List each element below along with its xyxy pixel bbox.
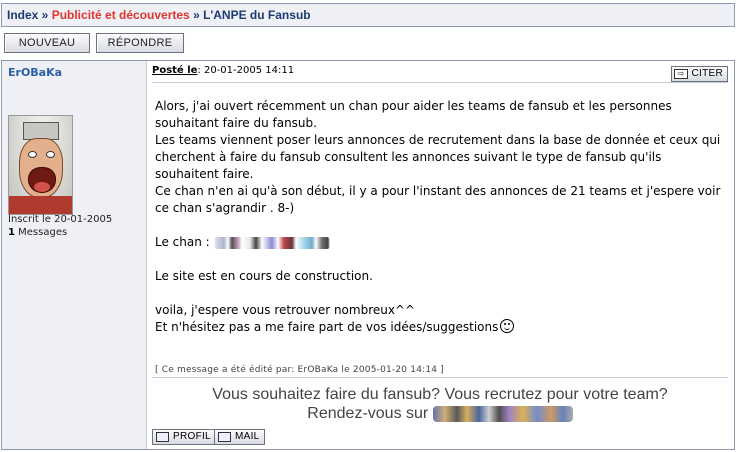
author-joined-date: Inscrit le 20-01-2005 — [8, 214, 113, 225]
signature: Vous souhaitez faire du fansub? Vous rec… — [152, 385, 728, 423]
breadcrumb-separator: » — [189, 8, 204, 22]
breadcrumb-separator: » — [38, 8, 52, 22]
post-paragraph: Et n'hésitez pas a me faire part de vos … — [155, 319, 727, 336]
mail-label: MAIL — [235, 431, 260, 442]
edited-note: [ Ce message a été édité par: ErOBaKa le… — [152, 365, 728, 378]
avatar — [8, 115, 73, 215]
quote-icon: ⇨ — [674, 69, 688, 79]
profile-button[interactable]: PROFIL — [152, 429, 216, 445]
author-panel: ErOBaKa Inscrit le 20-01-2005 1 Messages — [2, 61, 147, 449]
breadcrumb-index-link[interactable]: Index — [7, 8, 38, 22]
chan-label: Le chan : — [155, 235, 214, 249]
post-header: Posté le: 20-01-2005 14:11 ⇨ CITER — [152, 65, 728, 83]
smiley-icon — [500, 319, 515, 333]
quote-label: CITER — [691, 68, 723, 79]
breadcrumb: Index » Publicité et découvertes » L'ANP… — [1, 3, 735, 27]
breadcrumb-topic: L'ANPE du Fansub — [203, 8, 311, 22]
author-message-count: 1 Messages — [8, 227, 67, 238]
profile-label: PROFIL — [173, 431, 211, 442]
suggestions-text: Et n'hésitez pas a me faire part de vos … — [155, 320, 499, 334]
post-paragraph: Ce chan n'en ai qu'à son début, il y a p… — [155, 184, 721, 215]
new-topic-button[interactable]: NOUVEAU — [4, 33, 90, 53]
quote-button[interactable]: ⇨ CITER — [671, 66, 728, 82]
signature-line: Rendez-vous sur — [152, 404, 728, 423]
chan-link-image[interactable] — [213, 236, 330, 249]
signature-line: Vous souhaitez faire du fansub? Vous rec… — [212, 386, 668, 403]
message-count-value: 1 — [8, 227, 15, 238]
breadcrumb-category-link[interactable]: Publicité et découvertes — [52, 8, 190, 22]
post-paragraph: voila, j'espere vous retrouver nombreux^… — [155, 303, 416, 317]
post-content: Posté le: 20-01-2005 14:11 ⇨ CITER Alors,… — [152, 61, 732, 449]
reply-button[interactable]: RÉPONDRE — [96, 33, 184, 53]
message-count-label: Messages — [14, 227, 68, 238]
profile-icon — [156, 432, 169, 442]
post-paragraph: Le site est en cours de construction. — [155, 269, 373, 283]
author-name[interactable]: ErOBaKa — [8, 66, 62, 79]
mail-icon — [218, 432, 231, 442]
forum-post: ErOBaKa Inscrit le 20-01-2005 1 Messages… — [1, 60, 735, 450]
signature-text: Rendez-vous sur — [307, 405, 433, 422]
mail-button[interactable]: MAIL — [214, 429, 265, 445]
post-body: Alors, j'ai ouvert récemment un chan pou… — [155, 98, 727, 336]
post-paragraph: Alors, j'ai ouvert récemment un chan pou… — [155, 99, 672, 130]
posted-date: : 20-01-2005 14:11 — [197, 65, 295, 76]
chan-line: Le chan : — [155, 234, 727, 251]
post-paragraph: Les teams viennent poser leurs annonces … — [155, 133, 721, 181]
signature-link-image[interactable] — [432, 405, 573, 422]
posted-label: Posté le — [152, 65, 198, 76]
